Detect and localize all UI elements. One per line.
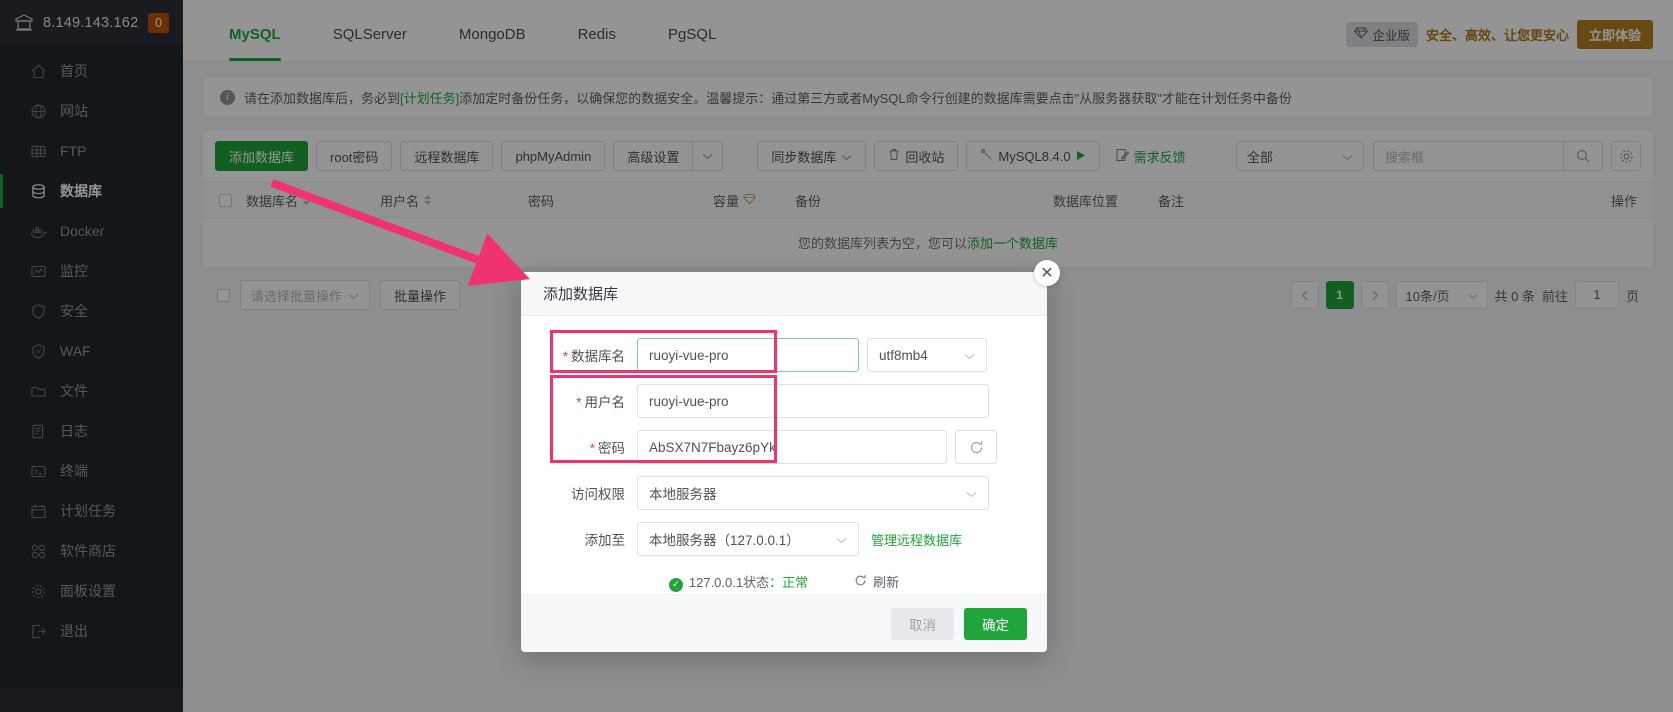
field-row-dbname: *数据库名 ruoyi-vue-pro utf8mb4 — [541, 338, 1027, 372]
close-icon[interactable]: ✕ — [1034, 260, 1060, 286]
access-label: 访问权限 — [541, 483, 637, 503]
status-prefix: 127.0.0.1状态： — [689, 575, 782, 590]
dialog-body: *数据库名 ruoyi-vue-pro utf8mb4 *用户名 ruoyi-v… — [521, 316, 1047, 594]
connection-status: ✓ 127.0.0.1状态：正常 刷新 — [541, 572, 1027, 592]
dialog-title: 添加数据库 — [521, 272, 1047, 316]
dbname-label: *数据库名 — [541, 345, 637, 365]
regenerate-password-icon[interactable] — [955, 430, 997, 464]
field-row-username: * 用户名 ruoyi-vue-pro — [541, 384, 1027, 418]
charset-select[interactable]: utf8mb4 — [867, 338, 987, 372]
required-mark: * — [590, 441, 595, 456]
add-database-dialog: 添加数据库 *数据库名 ruoyi-vue-pro utf8mb4 *用户名 r… — [521, 272, 1047, 652]
access-select[interactable]: 本地服务器 — [637, 476, 989, 510]
access-value: 本地服务器 — [649, 483, 717, 503]
addto-label: 添加至 — [541, 529, 637, 549]
addto-value: 本地服务器（127.0.0.1） — [649, 529, 800, 549]
status-value: 正常 — [782, 575, 808, 590]
field-row-addto: 添加至 本地服务器（127.0.0.1） 管理远程数据库 — [541, 522, 1027, 556]
addto-select[interactable]: 本地服务器（127.0.0.1） — [637, 522, 859, 556]
refresh-status-button[interactable]: 刷新 — [854, 572, 899, 591]
chevron-down-icon — [966, 486, 977, 501]
chevron-down-icon — [836, 532, 847, 547]
refresh-label: 刷新 — [873, 572, 899, 591]
status-text-wrap: ✓ 127.0.0.1状态：正常 — [669, 572, 808, 592]
password-label: *密码 — [541, 437, 637, 457]
refresh-icon — [854, 574, 867, 590]
field-row-password: *密码 AbSX7N7Fbayz6pYk — [541, 430, 1027, 464]
dialog-footer: 取消 确定 — [521, 594, 1047, 652]
field-row-access: 访问权限 本地服务器 — [541, 476, 1027, 510]
manage-remote-db-link[interactable]: 管理远程数据库 — [871, 530, 962, 549]
chevron-down-icon — [964, 348, 975, 363]
confirm-button[interactable]: 确定 — [964, 608, 1027, 640]
required-mark: * — [563, 349, 568, 364]
password-label-text: 密码 — [598, 441, 625, 456]
charset-value: utf8mb4 — [879, 348, 928, 363]
password-input[interactable]: AbSX7N7Fbayz6pYk — [637, 430, 947, 464]
username-label-text: 用户名 — [585, 395, 626, 410]
check-circle-icon: ✓ — [669, 578, 683, 592]
page-root: 8.149.143.162 0 首页网站FTP数据库Docker监控安全WWAF… — [0, 0, 1673, 712]
dbname-label-text: 数据库名 — [571, 349, 625, 364]
dbname-input[interactable]: ruoyi-vue-pro — [637, 338, 859, 372]
username-input[interactable]: ruoyi-vue-pro — [637, 384, 989, 418]
required-mark: * — [576, 395, 581, 410]
username-label: * 用户名 — [541, 391, 637, 411]
cancel-button[interactable]: 取消 — [891, 608, 954, 640]
